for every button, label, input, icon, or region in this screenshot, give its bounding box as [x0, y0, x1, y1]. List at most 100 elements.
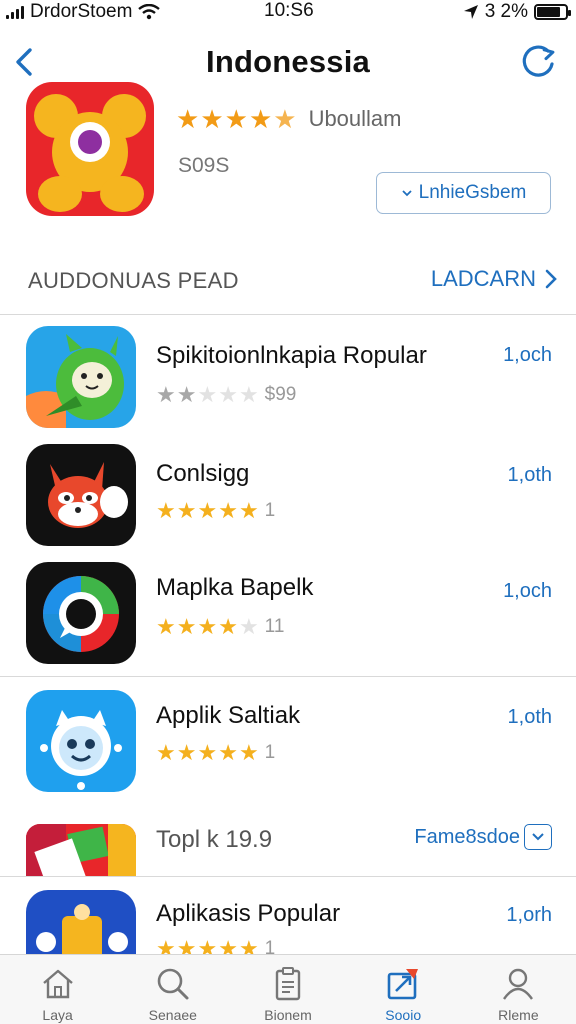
status-time: 10:S6 — [264, 0, 314, 21]
tab-label: Bionem — [264, 1007, 312, 1023]
star-icon: ★ — [176, 614, 197, 639]
list-item[interactable]: Maplka Bapelk ★ ★ ★ ★ ★ 11 1,och — [0, 562, 576, 672]
star-icon: ★ — [224, 104, 248, 134]
rating-count: 11 — [264, 616, 285, 637]
section-header: AUDDONUAS PEAD LADCARN — [0, 258, 576, 302]
rating-stars: ★ ★ ★ ★ ★ — [156, 384, 259, 406]
app-name: Aplikasis Popular — [156, 900, 341, 927]
app-size: 1,och — [503, 344, 552, 366]
updates-icon — [387, 969, 419, 1000]
app-name: Applik Saltiak — [156, 702, 301, 729]
divider — [0, 314, 576, 315]
tab-documents[interactable]: Bionem — [230, 955, 345, 1024]
signal-icon — [6, 5, 24, 19]
app-name: Topl k 19.9 — [156, 826, 273, 853]
app-rating: ★ ★ ★ ★ ★ $99 — [156, 384, 296, 406]
featured-app-icon[interactable] — [26, 82, 154, 216]
list-item[interactable]: Aplikasis Popular ★ ★ ★ ★ ★ 1 1,orh — [0, 888, 576, 954]
rating-count: $99 — [264, 384, 297, 405]
chevron-right-icon — [545, 269, 557, 289]
app-name: Spikitoionlnkapia Ropular — [156, 342, 427, 369]
star-icon: ★ — [197, 936, 218, 955]
star-icon: ★ — [176, 382, 197, 407]
app-rating: ★ ★ ★ ★ ★ 1 — [156, 936, 275, 955]
featured-price: S09S — [178, 154, 230, 177]
star-icon: ★ — [197, 498, 218, 523]
see-all-link[interactable]: LADCARN — [431, 266, 558, 292]
rating-stars: ★ ★ ★ ★ ★ — [156, 936, 259, 955]
list-item[interactable]: Conlsigg ★ ★ ★ ★ ★ 1 1,oth — [0, 444, 576, 554]
app-name: Conlsigg — [156, 460, 250, 487]
featured-rating-label: Uboullam — [308, 106, 402, 131]
location-arrow-icon — [463, 5, 478, 19]
star-icon: ★ — [238, 498, 259, 523]
app-icon — [26, 824, 136, 876]
status-right: 3 2% — [463, 1, 571, 23]
tab-label: Laya — [42, 1007, 73, 1023]
star-icon: ★ — [218, 382, 238, 407]
featured-stars: ★ ★ ★ ★ ★ — [176, 106, 297, 132]
divider — [0, 876, 576, 877]
star-icon: ★ — [248, 104, 273, 134]
app-size: 1,oth — [507, 464, 552, 486]
app-action-button[interactable]: Fame8sdoe — [414, 824, 552, 850]
app-icon — [26, 890, 136, 954]
star-icon: ★ — [176, 104, 200, 134]
app-rating: ★ ★ ★ ★ ★ 1 — [156, 500, 275, 522]
carrier-label: DrdorStoem — [30, 1, 133, 22]
rating-stars: ★ ★ ★ ★ ★ — [156, 500, 259, 522]
tab-home[interactable]: Laya — [0, 955, 115, 1024]
star-icon: ★ — [218, 498, 238, 523]
app-icon — [26, 690, 136, 792]
search-icon — [157, 968, 189, 1000]
star-icon: ★ — [218, 614, 238, 639]
battery-icon — [534, 4, 571, 20]
star-icon: ★ — [176, 740, 197, 765]
app-name: Maplka Bapelk — [156, 574, 314, 601]
star-icon: ★ — [238, 614, 259, 639]
tab-updates[interactable]: Sooio — [346, 955, 461, 1024]
tab-bar: Laya Senaee Bionem Sooio Rleme — [0, 954, 576, 1024]
rating-stars: ★ ★ ★ ★ ★ — [156, 742, 259, 764]
refresh-button[interactable] — [518, 42, 558, 82]
status-left: DrdorStoem — [6, 1, 161, 23]
star-icon: ★ — [176, 936, 197, 955]
list-item[interactable]: Topl k 19.9 Fame8sdoe — [0, 822, 576, 876]
star-icon: ★ — [218, 936, 238, 955]
refresh-icon — [522, 45, 555, 77]
star-icon: ★ — [238, 936, 259, 955]
tab-search[interactable]: Senaee — [115, 955, 230, 1024]
star-icon: ★ — [200, 104, 224, 134]
app-rating: ★ ★ ★ ★ ★ 1 — [156, 742, 275, 764]
list-item[interactable]: Applik Saltiak ★ ★ ★ ★ ★ 1 1,oth — [0, 690, 576, 800]
list-item[interactable]: Spikitoionlnkapia Ropular ★ ★ ★ ★ ★ $99 1,oc… — [0, 326, 576, 436]
star-icon: ★ — [238, 382, 259, 407]
star-icon: ★ — [197, 614, 218, 639]
tab-profile[interactable]: Rleme — [461, 955, 576, 1024]
star-icon: ★ — [156, 382, 176, 407]
featured-button-label: LnhieGsbem — [418, 182, 527, 203]
tab-label: Senaee — [148, 1007, 197, 1023]
rating-count: 1 — [264, 500, 276, 521]
home-icon — [42, 969, 73, 999]
battery-fill — [537, 7, 560, 17]
status-bar: DrdorStoem 10:S6 3 2% — [0, 0, 576, 24]
rating-count: 1 — [264, 742, 276, 763]
document-icon — [275, 967, 301, 1001]
see-all-label: LADCARN — [430, 266, 536, 291]
app-action-label: Fame8sdoe — [414, 825, 520, 848]
star-icon: ★ — [238, 740, 259, 765]
featured-get-button[interactable]: LnhieGsbem — [376, 172, 551, 214]
star-icon: ★ — [156, 936, 176, 955]
app-size: 1,oth — [507, 706, 552, 728]
app-icon — [26, 562, 136, 664]
app-icon — [26, 444, 136, 546]
star-icon: ★ — [156, 498, 176, 523]
featured-rating: ★ ★ ★ ★ ★ Uboullam — [176, 106, 402, 132]
app-icon — [26, 326, 136, 428]
star-icon: ★ — [197, 740, 218, 765]
tab-label: Sooio — [385, 1007, 422, 1023]
star-icon: ★ — [156, 614, 176, 639]
tab-label: Rleme — [498, 1007, 539, 1023]
app-rating: ★ ★ ★ ★ ★ 11 — [156, 616, 284, 638]
